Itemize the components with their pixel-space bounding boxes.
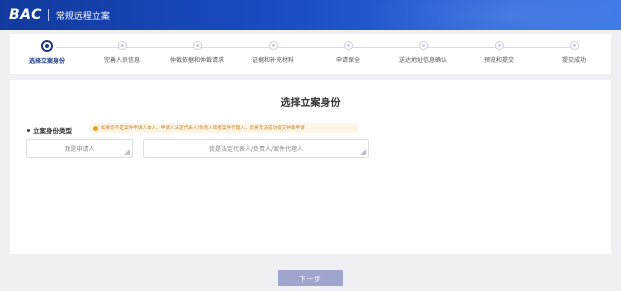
step-success: 提交成功 bbox=[529, 41, 619, 64]
step-pending-icon bbox=[192, 41, 202, 50]
corner-check-icon bbox=[124, 149, 130, 155]
step-pending-icon bbox=[569, 41, 579, 50]
step-pending-icon bbox=[418, 41, 428, 50]
identity-panel: 选择立案身份 立案身份类型 如果您不是案件申请人本人、申请人法定代表人/负责人或… bbox=[10, 80, 611, 254]
step-label: 选择立案身份 bbox=[28, 58, 65, 65]
identity-type-text: 立案身份类型 bbox=[33, 127, 72, 135]
identity-type-label: 立案身份类型 bbox=[27, 125, 72, 135]
progress-stepper: 选择立案身份 完善人员信息 仲裁依据和仲裁请求 证据和补充材料 申请保全 送达地… bbox=[10, 34, 611, 74]
header-divider bbox=[47, 9, 49, 21]
warning-notice: 如果您不是案件申请人本人、申请人法定代表人/负责人或者案件代理人，您将无法成功提… bbox=[90, 123, 358, 133]
step-label: 提交成功 bbox=[561, 57, 586, 64]
corner-check-icon bbox=[360, 149, 366, 155]
next-step-button[interactable]: 下一步 bbox=[278, 270, 343, 286]
section-title: 选择立案身份 bbox=[280, 98, 341, 109]
step-pending-icon bbox=[268, 41, 278, 50]
step-pending-icon bbox=[117, 41, 127, 50]
option-representative[interactable]: 我是法定代表人/负责人/案件代理人 bbox=[143, 139, 369, 158]
step-label: 证据和补充材料 bbox=[251, 57, 294, 64]
option-applicant[interactable]: 我是申请人 bbox=[26, 139, 133, 158]
step-pending-icon bbox=[494, 41, 504, 50]
step-label: 预览和提交 bbox=[483, 57, 514, 64]
page-title: 常规远程立案 bbox=[55, 11, 110, 22]
bac-logo: BAC bbox=[9, 7, 42, 23]
warning-text: 如果您不是案件申请人本人、申请人法定代表人/负责人或者案件代理人，您将无法成功提… bbox=[101, 126, 305, 131]
warning-icon bbox=[93, 125, 98, 131]
option-applicant-label: 我是申请人 bbox=[64, 146, 95, 153]
step-label: 申请保全 bbox=[335, 57, 360, 64]
step-label: 仲裁依据和仲裁请求 bbox=[169, 57, 224, 64]
step-pending-icon bbox=[343, 41, 353, 50]
option-representative-label: 我是法定代表人/负责人/案件代理人 bbox=[208, 146, 304, 153]
bullet-icon bbox=[27, 128, 30, 132]
step-label: 送达地址信息确认 bbox=[398, 57, 447, 64]
step-current-icon bbox=[41, 40, 53, 52]
step-label: 完善人员信息 bbox=[103, 57, 140, 64]
top-header: BAC 常规远程立案 bbox=[0, 0, 621, 30]
